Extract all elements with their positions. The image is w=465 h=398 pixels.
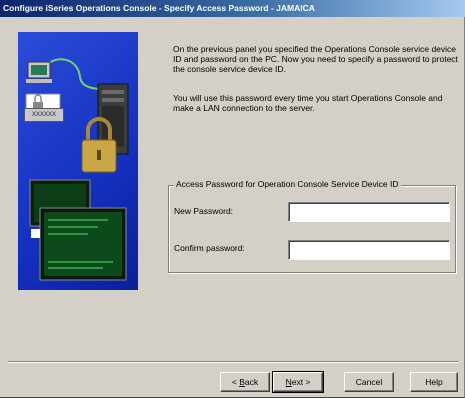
back-button-rest: ack	[244, 377, 259, 387]
confirm-password-field[interactable]	[288, 240, 450, 260]
wizard-window: Configure iSeries Operations Console - S…	[0, 0, 465, 398]
help-button[interactable]: Help	[410, 372, 458, 392]
new-password-field[interactable]	[288, 202, 450, 222]
back-button[interactable]: < Back	[220, 372, 270, 392]
next-button[interactable]: Next >	[272, 371, 324, 393]
title-bar[interactable]: Configure iSeries Operations Console - S…	[0, 0, 465, 17]
intro-text: On the previous panel you specified the …	[173, 44, 459, 132]
cancel-button[interactable]: Cancel	[344, 372, 394, 392]
window-title: Configure iSeries Operations Console - S…	[3, 3, 315, 13]
button-separator	[8, 361, 458, 363]
new-password-label: New Password:	[174, 206, 234, 216]
password-badge-text: XXXXXX	[31, 112, 56, 118]
wizard-illustration: XXXXXX	[18, 32, 138, 290]
next-button-rest: ext >	[291, 377, 311, 387]
wizard-illustration-graphic	[25, 58, 129, 281]
intro-paragraph-1: On the previous panel you specified the …	[173, 44, 458, 74]
access-password-group-legend: Access Password for Operation Console Se…	[174, 179, 401, 189]
password-badge: XXXXXX	[24, 108, 64, 122]
confirm-password-label: Confirm password:	[174, 243, 245, 253]
intro-paragraph-2: You will use this password every time yo…	[173, 93, 443, 113]
